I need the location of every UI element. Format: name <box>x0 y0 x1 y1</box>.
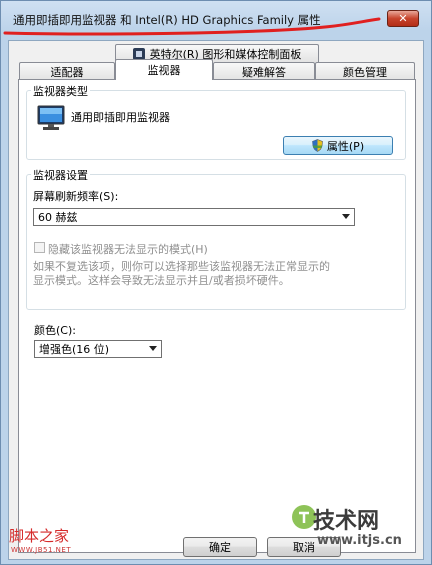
hide-modes-checkbox[interactable] <box>34 242 45 253</box>
group-label: 监视器设置 <box>31 167 90 183</box>
tab-row-bottom: 适配器 监视器 疑难解答 颜色管理 <box>19 59 415 80</box>
group-label: 监视器类型 <box>31 83 90 99</box>
tab-label: 监视器 <box>147 64 181 77</box>
properties-button-label: 属性(P) <box>326 139 365 153</box>
monitor-name: 通用即插即用监视器 <box>71 111 170 124</box>
properties-button[interactable]: 属性(P) <box>283 136 393 155</box>
watermark-itjs: 技术网 <box>313 509 380 534</box>
color-depth-select[interactable]: 增强色(16 位) <box>34 340 162 358</box>
hide-modes-label: 隐藏该监视器无法显示的模式(H) <box>48 243 208 256</box>
close-icon: ✕ <box>398 12 408 25</box>
color-label: 颜色(C): <box>34 324 76 337</box>
color-depth-value: 增强色(16 位) <box>39 343 110 356</box>
ok-button[interactable]: 确定 <box>183 537 257 557</box>
watermark-itjs-url: www.itjs.cn <box>317 533 402 548</box>
monitor-tab-panel: 监视器类型 通用即插即用监视器 属性(P) 监视器设置 屏幕刷新频率(S): 6… <box>18 79 416 553</box>
red-underline-annotation <box>3 17 381 36</box>
refresh-rate-value: 60 赫兹 <box>38 211 78 224</box>
tab-label: 疑难解答 <box>242 65 286 79</box>
close-button[interactable]: ✕ <box>387 10 419 27</box>
ok-button-label: 确定 <box>209 541 231 554</box>
tab-label: 颜色管理 <box>343 65 387 79</box>
properties-window: 通用即插即用监视器 和 Intel(R) HD Graphics Family … <box>0 0 432 565</box>
refresh-rate-select[interactable]: 60 赫兹 <box>33 208 355 226</box>
chevron-down-icon <box>342 214 350 219</box>
tab-color-management[interactable]: 颜色管理 <box>315 62 415 80</box>
uac-shield-icon <box>312 139 323 152</box>
hide-modes-description-line2: 显示模式。这样会导致无法显示并且/或者损坏硬件。 <box>33 274 290 287</box>
watermark-jb51-url: WWW.JB51.NET <box>11 546 72 554</box>
chevron-down-icon <box>149 346 157 351</box>
title-bar[interactable]: 通用即插即用监视器 和 Intel(R) HD Graphics Family … <box>1 1 431 37</box>
monitor-settings-group: 监视器设置 屏幕刷新频率(S): 60 赫兹 隐藏该监视器无法显示的模式(H) … <box>26 167 406 310</box>
watermark-jb51: 脚本之家 <box>9 527 70 545</box>
tab-monitor[interactable]: 监视器 <box>115 59 213 80</box>
tab-troubleshoot[interactable]: 疑难解答 <box>213 62 315 80</box>
tab-label: 适配器 <box>50 65 84 79</box>
dialog-client-area: 英特尔(R) 图形和媒体控制面板 适配器 监视器 疑难解答 颜色管理 监视器类型 <box>8 40 424 560</box>
cancel-button-label: 取消 <box>293 541 315 554</box>
intel-graphics-icon <box>132 47 145 60</box>
monitor-type-group: 监视器类型 通用即插即用监视器 属性(P) <box>26 83 406 160</box>
refresh-rate-label: 屏幕刷新频率(S): <box>33 190 119 203</box>
tab-adapter[interactable]: 适配器 <box>19 62 115 80</box>
monitor-icon <box>37 105 65 130</box>
